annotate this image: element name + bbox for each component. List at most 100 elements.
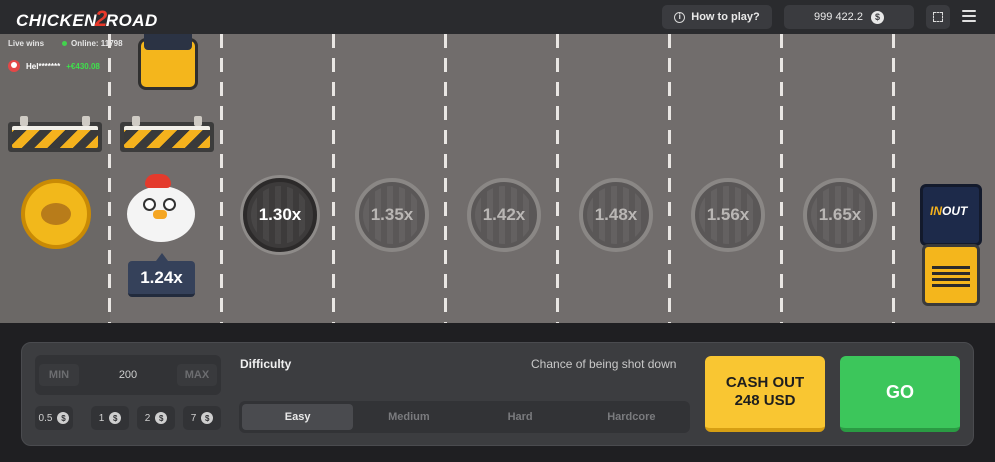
game-road: Live wins Online: 11798 Hel******* +€430… <box>0 34 995 323</box>
coin-icon: $ <box>201 412 214 424</box>
cash-out-amount: 248 USD <box>734 392 796 409</box>
how-to-play-label: How to play? <box>691 11 760 23</box>
lane-divider <box>668 34 671 323</box>
hamburger-line <box>962 15 976 17</box>
fullscreen-button[interactable] <box>926 5 950 29</box>
online-counter: Online: 11798 <box>62 39 123 48</box>
hamburger-line <box>962 10 976 12</box>
chip-value: 1 <box>98 412 105 424</box>
coin-icon: $ <box>109 412 122 424</box>
barrier-post <box>82 116 90 126</box>
step-multiplier: 1.48x <box>594 205 638 224</box>
cash-out-button[interactable]: CASH OUT 248 USD <box>705 356 825 432</box>
chicken-eye <box>163 198 176 211</box>
go-button[interactable]: GO <box>840 356 960 432</box>
online-count: Online: 11798 <box>71 39 123 48</box>
chicken-eye <box>143 198 156 211</box>
barrier-post <box>20 116 28 126</box>
chance-label: Chance of being shot down <box>531 357 677 371</box>
lane-divider <box>780 34 783 323</box>
manhole-grate: 1.42x <box>475 186 533 244</box>
taxi-car-icon <box>136 34 200 96</box>
bet-amount-control: MIN 200 MAX <box>35 355 221 395</box>
balance-display: 999 422.2 $ <box>784 5 914 29</box>
current-multiplier-badge: 1.24x <box>128 253 195 297</box>
lane-divider <box>108 34 111 323</box>
golden-egg-icon <box>41 203 71 225</box>
lane-divider <box>332 34 335 323</box>
manhole-grate: 1.48x <box>587 186 645 244</box>
menu-button[interactable] <box>962 10 976 25</box>
tab-medium[interactable]: Medium <box>353 404 464 430</box>
step-multiplier: 1.30x <box>258 205 302 224</box>
tab-hardcore[interactable]: Hardcore <box>576 404 687 430</box>
truck-logo-out: OUT <box>942 204 968 218</box>
bet-amount-input[interactable]: 200 <box>83 364 173 386</box>
lane-divider <box>892 34 895 323</box>
chip-button-1[interactable]: 1 $ <box>91 406 129 430</box>
manhole-step-6[interactable]: 1.65x <box>803 178 877 252</box>
winner-amount: +€430.08 <box>66 61 100 71</box>
taxi-windshield <box>144 34 192 50</box>
barrier-stripes <box>124 126 210 148</box>
step-multiplier: 1.42x <box>482 205 526 224</box>
manhole-grate: 1.56x <box>699 186 757 244</box>
game-logo: CHICKEN2ROAD <box>16 6 158 32</box>
live-win-entry: Hel******* +€430.08 <box>8 60 100 72</box>
lane-divider <box>444 34 447 323</box>
manhole-step-2[interactable]: 1.35x <box>355 178 429 252</box>
logo-text-chicken: CHICKEN <box>16 11 97 30</box>
road-barrier-icon <box>8 116 102 152</box>
barrier-stripes <box>12 126 98 148</box>
cash-out-label: CASH OUT <box>725 374 805 391</box>
balance-value: 999 422.2 <box>814 11 863 23</box>
chicken-icon <box>125 174 197 248</box>
lane-divider <box>220 34 223 323</box>
lane-divider <box>556 34 559 323</box>
step-multiplier: 1.56x <box>706 205 750 224</box>
info-icon: i <box>674 11 686 23</box>
coin-icon: $ <box>155 412 168 424</box>
manhole-grate: 1.65x <box>811 186 869 244</box>
hamburger-line <box>962 20 976 22</box>
avatar <box>8 60 20 72</box>
manhole-step-3[interactable]: 1.42x <box>467 178 541 252</box>
start-manhole-icon <box>21 179 91 249</box>
coin-icon: $ <box>57 412 70 424</box>
step-multiplier: 1.65x <box>818 205 862 224</box>
step-multiplier: 1.35x <box>370 205 414 224</box>
manhole-grate: 1.30x <box>251 186 309 244</box>
how-to-play-button[interactable]: i How to play? <box>662 5 772 29</box>
difficulty-selector: Easy Medium Hard Hardcore <box>239 401 690 433</box>
tab-easy[interactable]: Easy <box>242 404 354 430</box>
bet-min-button[interactable]: MIN <box>39 364 79 386</box>
online-dot-icon <box>62 41 67 46</box>
truck-grill <box>932 266 970 290</box>
manhole-step-1[interactable]: 1.30x <box>243 178 317 252</box>
top-bar: CHICKEN2ROAD i How to play? 999 422.2 $ <box>0 0 995 34</box>
fullscreen-icon <box>933 12 943 22</box>
chip-button-2[interactable]: 2 $ <box>137 406 175 430</box>
road-barrier-icon <box>120 116 214 152</box>
chip-button-7[interactable]: 7 $ <box>183 406 221 430</box>
barrier-post <box>194 116 202 126</box>
truck-logo: INOUT <box>930 204 967 218</box>
manhole-step-4[interactable]: 1.48x <box>579 178 653 252</box>
chicken-beak <box>153 210 167 219</box>
difficulty-label: Difficulty <box>240 357 292 371</box>
manhole-step-5[interactable]: 1.56x <box>691 178 765 252</box>
chip-value: 2 <box>144 412 151 424</box>
bet-max-button[interactable]: MAX <box>177 364 217 386</box>
manhole-grate: 1.35x <box>363 186 421 244</box>
chicken-comb <box>145 174 171 188</box>
live-wins-label: Live wins <box>8 39 45 48</box>
coin-icon: $ <box>870 10 884 24</box>
logo-text-road: ROAD <box>105 11 158 30</box>
tab-hard[interactable]: Hard <box>465 404 576 430</box>
truck-icon: INOUT <box>918 184 984 308</box>
truck-logo-in: IN <box>930 204 942 218</box>
winner-name: Hel******* <box>26 61 61 71</box>
chip-button-0-5[interactable]: 0.5 $ <box>35 406 73 430</box>
barrier-post <box>132 116 140 126</box>
chip-value: 7 <box>190 412 197 424</box>
